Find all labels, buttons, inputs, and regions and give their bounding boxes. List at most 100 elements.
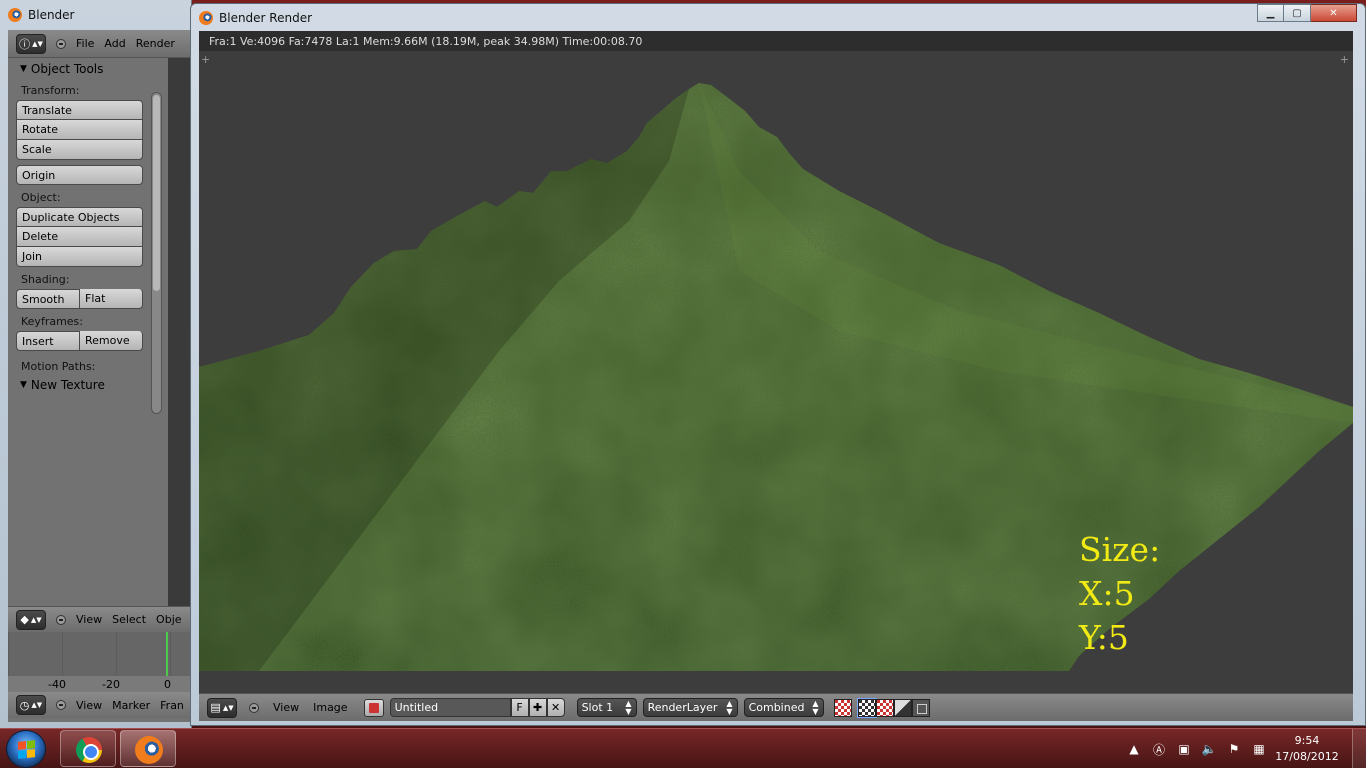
display-mode-buttons — [856, 697, 930, 718]
show-desktop-button[interactable] — [1352, 729, 1366, 768]
keyframes-label: Keyframes: — [21, 315, 83, 328]
menu-add[interactable]: Add — [104, 37, 125, 50]
tool-header: ⓘ ▲▼ File Add Render — [8, 30, 192, 58]
menu-render[interactable]: Render — [136, 37, 175, 50]
tick-label: -40 — [48, 678, 66, 691]
timeline-editor[interactable]: -40 -20 0 — [8, 632, 192, 692]
join-button[interactable]: Join — [16, 247, 143, 267]
size-overlay-text: Size: X:5 Y:5 — [1079, 528, 1160, 660]
updown-arrow-icon: ▲ ▼ — [726, 698, 733, 716]
menu-object[interactable]: Obje — [156, 613, 181, 626]
collapse-menu-icon[interactable] — [249, 702, 259, 713]
motion-paths-label: Motion Paths: — [21, 360, 96, 373]
draw-alpha-overlay-icon[interactable] — [875, 698, 894, 717]
close-button[interactable]: ✕ — [1311, 4, 1357, 22]
menu-select[interactable]: Select — [112, 613, 146, 626]
info-editor-type-button[interactable]: ⓘ ▲▼ — [16, 33, 46, 54]
draw-image-with-alpha-icon[interactable] — [833, 698, 852, 717]
image-editor: Fra:1 Ve:4096 Fa:7478 La:1 Mem:9.66M (18… — [199, 31, 1353, 721]
object-buttons: Duplicate Objects Delete Join — [16, 207, 143, 267]
render-pass-value: Combined — [748, 701, 805, 714]
browse-image-icon[interactable] — [363, 698, 384, 717]
image-editor-header: ▤ ▲▼ View Image Untitled F ✚ ✕ Slot 1 ▲ ▼ … — [199, 693, 1353, 721]
minimize-button[interactable]: ▁ — [1257, 4, 1284, 22]
fake-user-button[interactable]: F — [510, 698, 529, 717]
render-titlebar[interactable]: Blender Render — [191, 4, 1365, 31]
windows-taskbar: ▲ Ⓐ ▣ 🔈 ⚑ ▦ 9:54 17/08/2012 — [0, 728, 1366, 768]
panel-header-object-tools[interactable]: ▼ Object Tools — [8, 58, 168, 80]
taskbar-clock[interactable]: 9:54 17/08/2012 — [1272, 733, 1342, 765]
render-image-view[interactable]: + + Size: X:5 Y:5 — [199, 51, 1353, 693]
scrollbar-thumb[interactable] — [153, 95, 160, 291]
show-hidden-icons-icon[interactable]: ▲ — [1126, 741, 1142, 757]
smooth-button[interactable]: Smooth — [16, 289, 80, 309]
draw-zbuffer-icon[interactable] — [911, 698, 930, 717]
object-tools-panel: ▼ Object Tools Transform: Translate Rota… — [8, 58, 168, 606]
clock-time: 9:54 — [1294, 734, 1320, 747]
blender-render-window: Blender Render ▁ ▢ ✕ Fra:1 Ve:4096 Fa:74… — [190, 3, 1366, 726]
menu-view[interactable]: View — [76, 613, 102, 626]
remove-keyframe-button[interactable]: Remove — [80, 331, 143, 351]
device-icon[interactable]: ▣ — [1176, 741, 1192, 757]
timeline-header: ◷ ▲▼ View Marker Fran — [8, 692, 192, 718]
panel-header-new-texture[interactable]: ▼ New Texture — [8, 376, 168, 394]
blender-titlebar[interactable]: Blender — [0, 0, 191, 30]
menu-file[interactable]: File — [76, 37, 94, 50]
duplicate-objects-button[interactable]: Duplicate Objects — [16, 207, 143, 227]
transform-label: Transform: — [21, 84, 80, 97]
new-image-icon[interactable]: ✚ — [528, 698, 547, 717]
panel-scrollbar[interactable] — [151, 92, 162, 414]
collapse-menu-icon[interactable] — [56, 38, 66, 49]
slot-value: Slot 1 — [581, 701, 614, 714]
expand-triangle-icon: ▼ — [20, 380, 27, 390]
origin-group: Origin — [16, 165, 143, 185]
render-layer-dropdown[interactable]: RenderLayer ▲ ▼ — [642, 698, 738, 717]
3d-view-header: ◆ ▲▼ View Select Obje — [8, 606, 192, 632]
menu-marker[interactable]: Marker — [112, 699, 150, 712]
image-editor-type-button[interactable]: ▤ ▲▼ — [207, 697, 237, 718]
shading-label: Shading: — [21, 273, 70, 286]
unlink-image-icon[interactable]: ✕ — [546, 698, 565, 717]
blender-logo-icon — [199, 10, 213, 25]
insert-keyframe-button[interactable]: Insert — [16, 331, 80, 351]
translate-button[interactable]: Translate — [16, 100, 143, 120]
collapse-menu-icon[interactable] — [56, 700, 66, 710]
draw-alpha-channel-icon[interactable] — [893, 698, 912, 717]
render-window-title: Blender Render — [219, 10, 313, 25]
menu-view[interactable]: View — [273, 701, 299, 714]
menu-image[interactable]: Image — [313, 701, 347, 714]
start-button[interactable] — [6, 730, 46, 768]
timeline-editor-type-button[interactable]: ◷ ▲▼ — [16, 695, 46, 715]
scale-button[interactable]: Scale — [16, 140, 143, 160]
3d-view-editor-type-button[interactable]: ◆ ▲▼ — [16, 609, 46, 630]
render-pass-dropdown[interactable]: Combined ▲ ▼ — [743, 698, 824, 717]
flat-button[interactable]: Flat — [80, 289, 143, 309]
clock-date: 17/08/2012 — [1275, 750, 1339, 763]
window-controls: ▁ ▢ ✕ — [1257, 4, 1357, 22]
origin-button[interactable]: Origin — [16, 165, 143, 185]
3d-viewport[interactable] — [168, 58, 192, 606]
size-y-label: Y:5 — [1079, 618, 1129, 657]
render-layer-value: RenderLayer — [647, 701, 718, 714]
timeline-grid — [8, 632, 192, 676]
network-icon[interactable]: ▦ — [1251, 741, 1267, 757]
size-label: Size: — [1079, 530, 1161, 569]
action-center-flag-icon[interactable]: ⚑ — [1226, 741, 1242, 757]
delete-button[interactable]: Delete — [16, 227, 143, 247]
antivirus-icon[interactable]: Ⓐ — [1151, 741, 1167, 757]
tick-label: -20 — [102, 678, 120, 691]
taskbar-blender-button[interactable] — [120, 730, 176, 767]
timeline-frame-cursor[interactable] — [166, 632, 168, 676]
slot-dropdown[interactable]: Slot 1 ▲ ▼ — [576, 698, 637, 717]
menu-frame[interactable]: Fran — [160, 699, 184, 712]
volume-icon[interactable]: 🔈 — [1201, 741, 1217, 757]
rotate-button[interactable]: Rotate — [16, 120, 143, 140]
draw-image-icon[interactable] — [856, 697, 877, 718]
image-name-field[interactable]: Untitled — [389, 698, 511, 717]
taskbar-chrome-button[interactable] — [60, 730, 116, 767]
blender-logo-icon — [8, 8, 22, 22]
menu-view[interactable]: View — [76, 699, 102, 712]
transform-buttons: Translate Rotate Scale — [16, 100, 143, 160]
collapse-menu-icon[interactable] — [56, 614, 66, 625]
maximize-button[interactable]: ▢ — [1284, 4, 1311, 22]
